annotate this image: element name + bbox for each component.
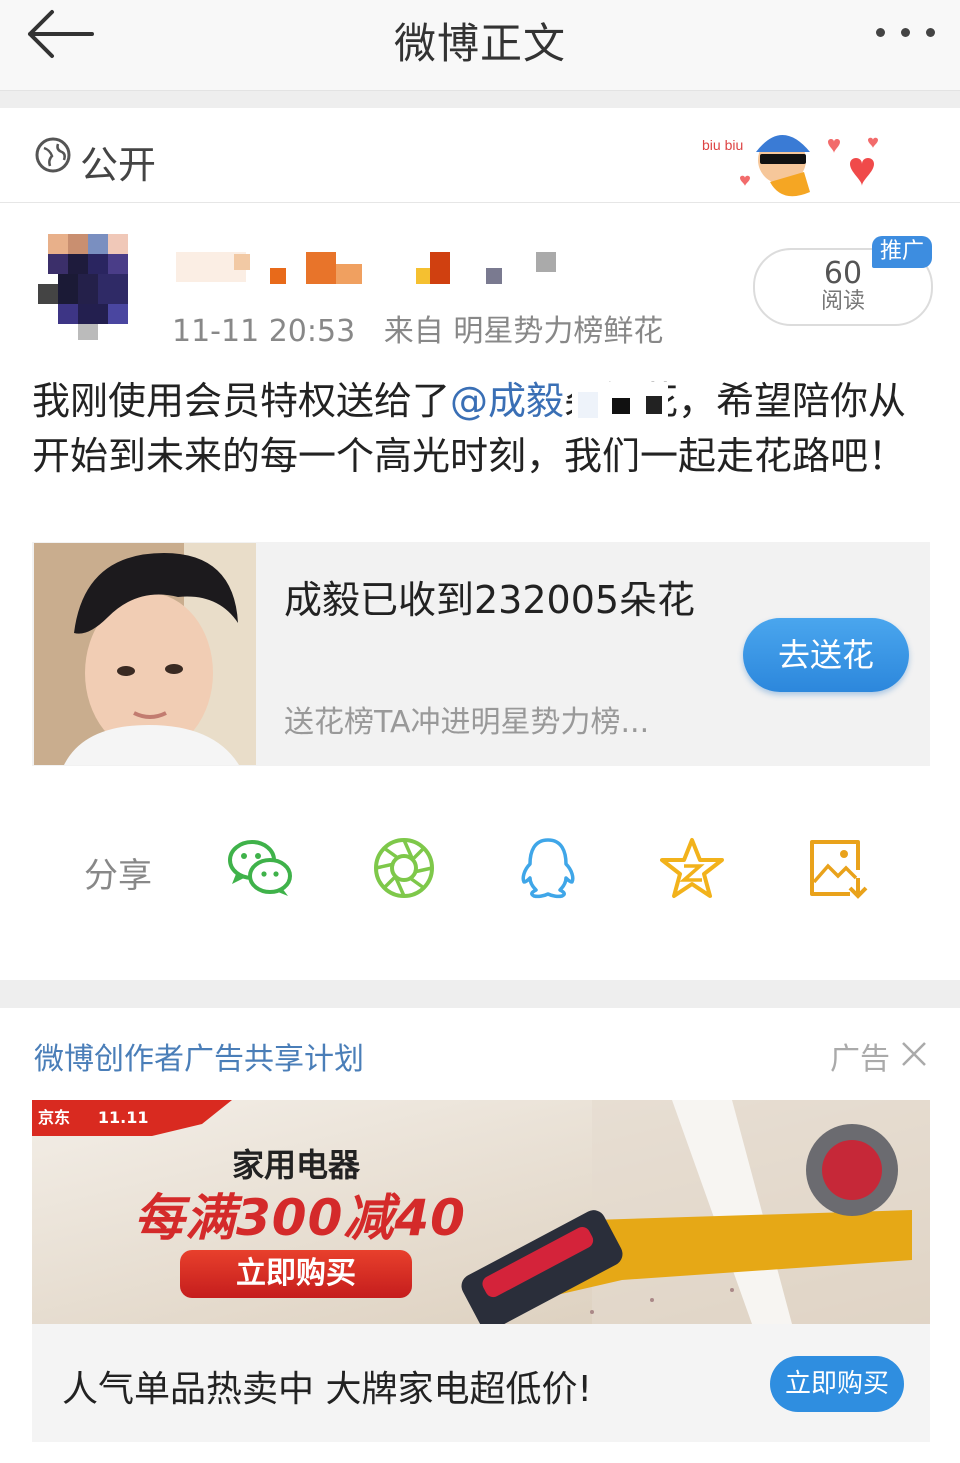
section-divider xyxy=(0,980,960,1008)
post-text-pre: 我刚使用会员特权送给了 xyxy=(32,379,451,423)
wechat-icon[interactable] xyxy=(226,836,292,900)
share-label: 分享 xyxy=(84,856,152,896)
banner-buy-button[interactable]: 立即购买 xyxy=(180,1250,412,1298)
celebrity-photo xyxy=(34,543,256,765)
globe-icon xyxy=(34,136,72,174)
close-icon[interactable] xyxy=(900,1040,928,1068)
avatar[interactable] xyxy=(30,226,148,344)
read-label: 阅读 xyxy=(820,289,865,314)
post-body: 我刚使用会员特权送给了@成毅朵鲜花，希望陪你从开始到未来的每一个高光时刻，我们一… xyxy=(32,374,932,484)
post-meta: 11-11 20:53 来自 明星势力榜鲜花 xyxy=(172,306,663,350)
save-image-icon[interactable] xyxy=(806,836,870,900)
jd-logo: 京东 11.11 xyxy=(38,1108,149,1127)
ad-buy-button[interactable]: 立即购买 xyxy=(770,1356,904,1412)
mention-link[interactable]: @成毅 xyxy=(450,379,564,423)
send-flower-button[interactable]: 去送花 xyxy=(743,618,909,692)
more-options-icon[interactable] xyxy=(860,6,950,58)
svg-text:biu biu: biu biu xyxy=(702,137,743,153)
moments-icon[interactable] xyxy=(372,836,436,900)
section-divider xyxy=(0,91,960,108)
text-obscured-patch xyxy=(572,382,668,430)
promoted-tag: 推广 xyxy=(872,236,932,268)
cartoon-decoration-image: biu biu xyxy=(700,112,900,204)
ad-label: 广告 xyxy=(830,1042,890,1077)
username-obscured[interactable] xyxy=(176,238,576,292)
post-source[interactable]: 来自 明星势力榜鲜花 xyxy=(384,314,664,349)
qzone-icon[interactable] xyxy=(660,836,724,900)
ad-caption: 人气单品热卖中 大牌家电超低价! xyxy=(62,1369,592,1410)
visibility-label: 公开 xyxy=(80,143,157,187)
banner-promotion: 每满300减40 xyxy=(134,1189,466,1247)
qq-icon[interactable] xyxy=(516,836,580,900)
ad-program-header[interactable]: 微博创作者广告共享计划 xyxy=(34,1034,364,1078)
flower-card-title: 成毅已收到232005朵花 xyxy=(284,578,696,622)
page-title: 微博正文 xyxy=(393,19,566,68)
flower-card-subtitle: 送花榜TA冲进明星势力榜... xyxy=(284,705,650,740)
post-time: 11-11 20:53 xyxy=(172,314,356,349)
